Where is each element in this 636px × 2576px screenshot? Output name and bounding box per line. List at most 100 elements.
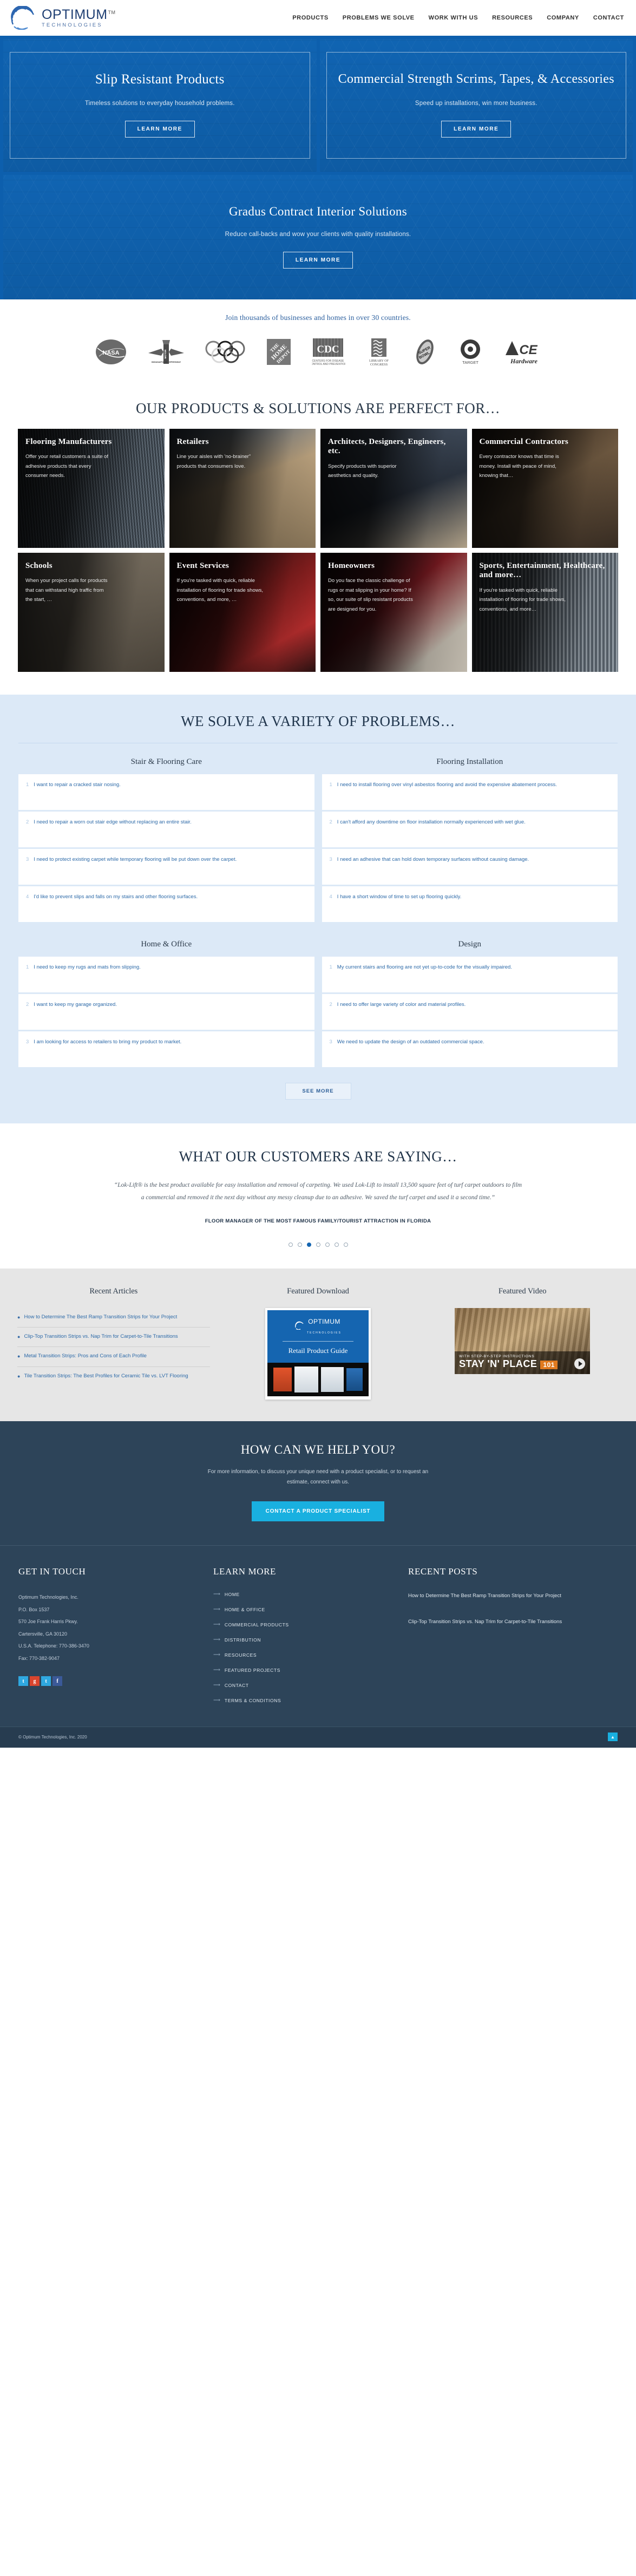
problem-item[interactable]: 2 I need to offer large variety of color… (322, 994, 618, 1030)
article-link[interactable]: How to Determine The Best Ramp Transitio… (24, 1313, 177, 1322)
site-logo[interactable]: OPTIMUMTM TECHNOLOGIES (10, 5, 116, 30)
contact-product-specialist-button[interactable]: CONTACT A PRODUCT SPECIALIST (251, 1501, 385, 1521)
footer-link-label[interactable]: HOME (225, 1592, 240, 1597)
carousel-dot-6[interactable] (334, 1243, 339, 1247)
problem-column-flooring-installation: Flooring Installation 1 I need to instal… (322, 757, 618, 924)
bullet-icon: ● (17, 1354, 21, 1359)
site-footer: GET IN TOUCH Optimum Technologies, Inc. … (0, 1545, 636, 1748)
article-link[interactable]: Clip-Top Transition Strips vs. Nap Trim … (24, 1332, 178, 1341)
list-item[interactable]: ● Metal Transition Strips: Pros and Cons… (17, 1347, 210, 1367)
carousel-dot-3[interactable] (306, 1243, 311, 1247)
footer-link-featured-projects[interactable]: ⟶ FEATURED PROJECTS (213, 1667, 392, 1673)
problem-text: I am looking for access to retailers to … (34, 1039, 182, 1045)
solution-card-flooring-manufacturers[interactable]: Flooring Manufacturers Offer your retail… (18, 429, 165, 548)
footer-link-label[interactable]: CONTACT (225, 1683, 249, 1688)
problem-item[interactable]: 3 I need to protect existing carpet whil… (18, 849, 314, 885)
problem-item[interactable]: 1 I want to repair a cracked stair nosin… (18, 774, 314, 810)
carousel-dot-1[interactable] (288, 1243, 293, 1247)
scroll-to-top-icon[interactable]: ▲ (608, 1732, 618, 1741)
problem-column-design: Design 1 My current stairs and flooring … (322, 940, 618, 1069)
list-item[interactable]: ● Tile Transition Strips: The Best Profi… (17, 1367, 210, 1386)
hero-panel-slip-resistant[interactable]: Slip Resistant Products Timeless solutio… (3, 39, 317, 172)
ace-hardware-logo: CE Hardware (503, 336, 542, 368)
footer-link-label[interactable]: TERMS & CONDITIONS (225, 1698, 281, 1703)
footer-link-label[interactable]: RESOURCES (225, 1652, 257, 1658)
footer-learn-more-column: LEARN MORE ⟶ HOME ⟶ HOME & OFFICE ⟶ COMM… (213, 1566, 392, 1712)
footer-link-distribution[interactable]: ⟶ DISTRIBUTION (213, 1637, 392, 1643)
hero-learn-more-button[interactable]: LEARN MORE (283, 252, 353, 269)
customer-logo-strip: NASA MOTOR INDIANAPOLIS · SPEEDWAY THE H… (0, 336, 636, 368)
footer-link-home[interactable]: ⟶ HOME (213, 1591, 392, 1597)
nav-item-company[interactable]: COMPANY (547, 15, 579, 21)
nav-item-work-with-us[interactable]: WORK WITH US (429, 15, 478, 21)
footer-link-commercial-products[interactable]: ⟶ COMMERCIAL PRODUCTS (213, 1622, 392, 1627)
featured-video-thumbnail[interactable]: WITH STEP-BY-STEP INSTRUCTIONS STAY 'N' … (455, 1308, 591, 1374)
solution-card-commercial-contractors[interactable]: Commercial Contractors Every contractor … (471, 429, 618, 548)
featured-download-card[interactable]: OPTIMUM TECHNOLOGIES Retail Product Guid… (265, 1308, 371, 1400)
solution-card-homeowners[interactable]: Homeowners Do you face the classic chall… (320, 553, 467, 672)
facebook-icon[interactable]: f (53, 1676, 62, 1686)
problem-item[interactable]: 1 I need to keep my rugs and mats from s… (18, 957, 314, 992)
bullet-icon: ● (17, 1334, 21, 1340)
arrow-icon: ⟶ (213, 1606, 220, 1612)
carousel-dot-5[interactable] (325, 1243, 330, 1247)
problem-item[interactable]: 3 We need to update the design of an out… (322, 1031, 618, 1067)
carousel-dot-7[interactable] (343, 1243, 348, 1247)
article-link[interactable]: Metal Transition Strips: Pros and Cons o… (24, 1352, 147, 1361)
footer-link-label[interactable]: DISTRIBUTION (225, 1637, 261, 1643)
hero-learn-more-button[interactable]: LEARN MORE (441, 120, 512, 138)
problem-item[interactable]: 2 I want to keep my garage organized. (18, 994, 314, 1030)
footer-link-contact[interactable]: ⟶ CONTACT (213, 1682, 392, 1688)
problem-item[interactable]: 3 I need an adhesive that can hold down … (322, 849, 618, 885)
problem-item[interactable]: 2 I can't afford any downtime on floor i… (322, 812, 618, 847)
card-text: If you're tasked with quick, reliable in… (176, 578, 263, 603)
problem-item[interactable]: 1 My current stairs and flooring are not… (322, 957, 618, 992)
nav-item-contact[interactable]: CONTACT (593, 15, 624, 21)
nav-item-resources[interactable]: RESOURCES (492, 15, 533, 21)
footer-post-link[interactable]: Clip-Top Transition Strips vs. Nap Trim … (408, 1617, 618, 1627)
problem-number: 1 (329, 964, 332, 970)
copyright-text: © Optimum Technologies, Inc. 2020 (18, 1734, 87, 1740)
solution-card-sports-entertainment-healthcare[interactable]: Sports, Entertainment, Healthcare, and m… (471, 553, 618, 672)
twitter-icon[interactable]: t (41, 1676, 51, 1686)
solution-card-schools[interactable]: Schools When your project calls for prod… (18, 553, 165, 672)
arrow-icon: ⟶ (213, 1591, 220, 1597)
google-plus-icon[interactable]: g (30, 1676, 40, 1686)
list-item[interactable]: ● How to Determine The Best Ramp Transit… (17, 1308, 210, 1328)
problem-item[interactable]: 1 I need to install flooring over vinyl … (322, 774, 618, 810)
footer-post-link[interactable]: How to Determine The Best Ramp Transitio… (408, 1591, 618, 1601)
list-item[interactable]: ● Clip-Top Transition Strips vs. Nap Tri… (17, 1328, 210, 1348)
footer-link-resources[interactable]: ⟶ RESOURCES (213, 1652, 392, 1658)
article-link[interactable]: Tile Transition Strips: The Best Profile… (24, 1372, 188, 1381)
solution-card-retailers[interactable]: Retailers Line your aisles with 'no-brai… (169, 429, 316, 548)
problem-item[interactable]: 4 I have a short window of time to set u… (322, 886, 618, 922)
problems-row-2: Home & Office 1 I need to keep my rugs a… (0, 940, 636, 1069)
solution-card-event-services[interactable]: Event Services If you're tasked with qui… (169, 553, 316, 672)
nav-item-problems-we-solve[interactable]: PROBLEMS WE SOLVE (343, 15, 415, 21)
problem-item[interactable]: 3 I am looking for access to retailers t… (18, 1031, 314, 1067)
footer-link-label[interactable]: HOME & OFFICE (225, 1607, 265, 1612)
problem-text: I need to keep my rugs and mats from sli… (34, 964, 141, 970)
carousel-dot-4[interactable] (316, 1243, 320, 1247)
problem-item[interactable]: 2 I need to repair a worn out stair edge… (18, 812, 314, 847)
footer-link-label[interactable]: FEATURED PROJECTS (225, 1668, 280, 1673)
indianapolis-motor-speedway-logo: MOTOR INDIANAPOLIS · SPEEDWAY (147, 336, 185, 368)
footer-link-terms-conditions[interactable]: ⟶ TERMS & CONDITIONS (213, 1697, 392, 1703)
footer-link-label[interactable]: COMMERCIAL PRODUCTS (225, 1622, 289, 1627)
problem-item[interactable]: 4 I'd like to prevent slips and falls on… (18, 886, 314, 922)
hero-subtitle: Speed up installations, win more busines… (415, 100, 537, 107)
nav-item-products[interactable]: PRODUCTS (292, 15, 329, 21)
solution-card-architects-designers-engineers[interactable]: Architects, Designers, Engineers, etc. S… (320, 429, 467, 548)
footer-link-home-office[interactable]: ⟶ HOME & OFFICE (213, 1606, 392, 1612)
hero-panel-commercial-scrims[interactable]: Commercial Strength Scrims, Tapes, & Acc… (319, 39, 633, 172)
carousel-dot-2[interactable] (297, 1243, 302, 1247)
main-navigation: PRODUCTS PROBLEMS WE SOLVE WORK WITH US … (292, 15, 624, 21)
card-title: Homeowners (328, 561, 375, 570)
see-more-button[interactable]: SEE MORE (285, 1083, 351, 1100)
footer-learn-more-heading: LEARN MORE (213, 1566, 277, 1577)
hero-learn-more-button[interactable]: LEARN MORE (124, 121, 195, 138)
svg-text:LIBRARY OF: LIBRARY OF (369, 359, 389, 363)
problem-text: My current stairs and flooring are not y… (337, 964, 512, 970)
hero-panel-gradus-contract[interactable]: Gradus Contract Interior Solutions Reduc… (3, 175, 633, 299)
twitter-icon[interactable]: t (18, 1676, 28, 1686)
